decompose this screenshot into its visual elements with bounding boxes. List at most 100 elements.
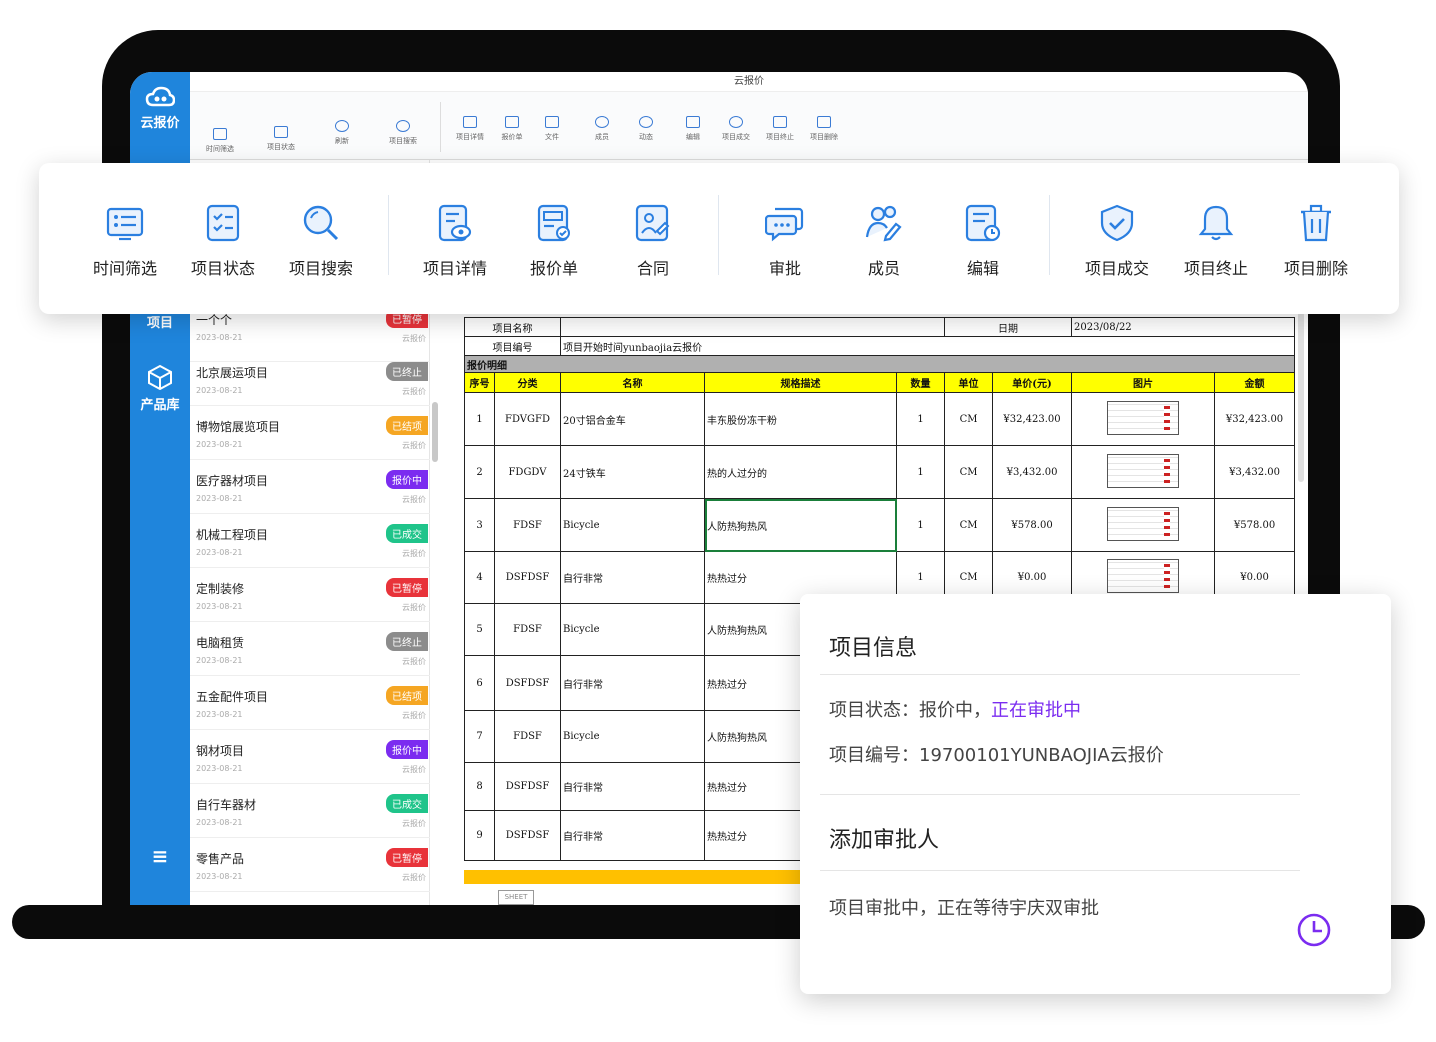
cell-category: DSFDSF [494,810,561,861]
project-status-button[interactable]: 项目状态 [173,203,273,279]
stop-icon [773,116,787,128]
mini-delete[interactable]: 项目删除 [799,116,849,142]
list-item[interactable]: 自行车器材 2023-08-21 已成交 云报价 [190,784,430,838]
status-row: 项目状态：报价中，正在审批中 [829,696,1081,722]
nav-products[interactable]: 产品库 [130,364,190,413]
sheet-scrollbar[interactable] [1298,312,1304,482]
list-scrollbar[interactable] [432,402,438,462]
project-search-button[interactable]: 项目搜索 [271,203,371,279]
chat-bubble-icon [765,207,804,242]
project-detail-label: 项目详情 [422,259,487,278]
quote-icon [505,116,519,128]
mini-refresh[interactable]: 刷新 [317,120,367,146]
project-tag: 云报价 [402,711,426,720]
status-badge: 已结项 [386,416,428,435]
project-detail-button[interactable]: 项目详情 [405,203,505,279]
status-badge: 报价中 [386,470,428,489]
list-item[interactable]: 医疗器材项目 2023-08-21 报价中 云报价 [190,460,430,514]
toolbar-separator [718,195,719,275]
header-cell: 规格描述 [704,372,897,393]
section-row: 报价明细 [463,355,1296,373]
time-filter-button[interactable]: 时间筛选 [75,203,175,279]
status-badge: 已终止 [386,362,428,381]
mini-members[interactable]: 成员 [577,116,627,142]
mini-file[interactable]: 文件 [527,116,577,142]
members-button[interactable]: 成员 [834,203,934,279]
section-title: 报价明细 [463,355,1296,373]
mini-deal[interactable]: 项目成交 [711,116,761,142]
project-no-cell[interactable]: 项目开始时间yunbaojia云报价 [559,336,1296,356]
cell-no: 2 [464,445,495,499]
status-icon [274,126,288,138]
table-row[interactable]: 1 FDVGFD 20寸铝合金车 丰东股份冻干粉 1 CM ¥32,423.00 ¥3… [464,392,1296,446]
table-row[interactable]: 3 FDSF Bicycle 人防热狗热风 1 CM ¥578.00 ¥578.00 [464,498,1296,552]
mini-search[interactable]: 项目搜索 [378,120,428,146]
cell-image [1071,445,1216,499]
status-label: 项目状态：报价中， [829,700,991,721]
product-image[interactable] [1107,559,1180,593]
terminate-button[interactable]: 项目终止 [1166,203,1266,279]
date-label: 日期 [944,317,1073,337]
header-cell: 序号 [464,372,495,393]
product-image[interactable] [1107,400,1180,435]
approver-status: 项目审批中，正在等待宇庆双审批 [829,898,1099,919]
project-tag: 云报价 [402,873,426,882]
clock-icon[interactable] [1296,912,1332,948]
date-cell[interactable]: 2023/08/22 [1071,317,1296,337]
project-name: 机械工程项目 [196,528,269,542]
project-name: 自行车器材 [196,798,257,812]
members-label: 成员 [867,259,900,278]
deal-button[interactable]: 项目成交 [1067,203,1167,279]
mini-project-status[interactable]: 项目状态 [256,126,306,152]
mini-activity[interactable]: 动态 [621,116,671,142]
cell-category: FDGDV [494,445,561,499]
mini-time-filter[interactable]: 时间筛选 [195,128,245,154]
nav-project[interactable]: 项目 [130,312,190,331]
cell-unit: CM [944,392,994,446]
contract-label: 合同 [636,259,669,278]
project-name-cell[interactable] [559,317,946,337]
mini-terminate[interactable]: 项目终止 [755,116,805,142]
list-item[interactable]: 北京展运项目 2023-08-21 已终止 云报价 [190,352,430,406]
brand-logo[interactable]: 云报价 [130,86,190,131]
project-date: 2023-08-21 [196,548,243,557]
approve-button[interactable]: 审批 [735,203,835,279]
list-item[interactable]: 零售产品 2023-08-21 已暂停 云报价 [190,838,430,892]
edit-label: 编辑 [966,259,999,278]
cube-icon [148,364,172,390]
list-item[interactable]: 博物馆展览项目 2023-08-21 已结项 云报价 [190,406,430,460]
edit-button[interactable]: 编辑 [933,203,1033,279]
cell-price: ¥3,432.00 [992,445,1073,499]
cell-name: 20寸铝合金车 [560,392,705,446]
list-item[interactable]: 电脑租赁 2023-08-21 已终止 云报价 [190,622,430,676]
approver-title: 添加审批人 [829,828,940,853]
project-name: 北京展运项目 [196,366,269,380]
project-tag: 云报价 [402,765,426,774]
nav-products-label: 产品库 [140,398,180,413]
cell-name: 自行非常 [560,551,705,604]
sheet-tab[interactable]: SHEET [498,890,534,905]
cell-spec-selected[interactable]: 人防热狗热风 [704,498,897,552]
contract-button[interactable]: 合同 [603,203,703,279]
edit-document-icon [965,204,1001,242]
product-image[interactable] [1107,506,1180,541]
cell-spec: 热的人过分的 [704,445,897,499]
check-icon [729,116,743,128]
cell-image [1071,498,1216,552]
hamburger-icon[interactable]: ≡ [130,844,190,868]
project-tag: 云报价 [402,657,426,666]
project-tag: 云报价 [402,334,426,343]
window-title: 云报价 [190,72,1308,92]
list-item[interactable]: 五金配件项目 2023-08-21 已结项 云报价 [190,676,430,730]
table-row[interactable]: 2 FDGDV 24寸铁车 热的人过分的 1 CM ¥3,432.00 ¥3,432.… [464,445,1296,499]
list-item[interactable]: 钢材项目 2023-08-21 报价中 云报价 [190,730,430,784]
list-item[interactable]: 定制装修 2023-08-21 已暂停 云报价 [190,568,430,622]
project-date: 2023-08-21 [196,710,243,719]
product-image[interactable] [1107,453,1180,488]
list-item[interactable]: 机械工程项目 2023-08-21 已成交 云报价 [190,514,430,568]
refresh-icon [335,120,349,132]
project-date: 2023-08-21 [196,872,243,881]
cell-amount: ¥32,423.00 [1214,392,1296,446]
delete-button[interactable]: 项目删除 [1266,203,1366,279]
quote-button[interactable]: 报价单 [504,203,604,279]
